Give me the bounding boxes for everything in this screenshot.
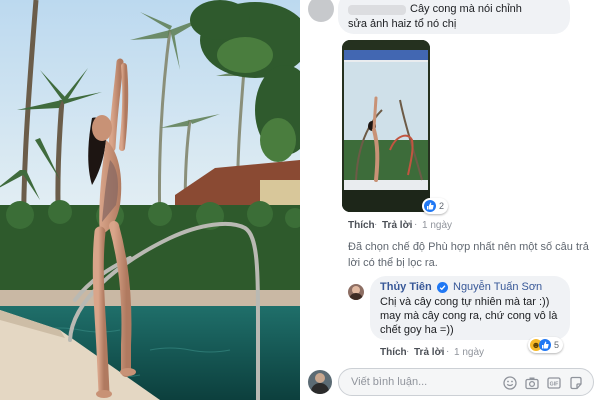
current-user-avatar[interactable] [308,370,332,394]
comment-timestamp: 1 ngày [422,220,453,231]
like-reaction-icon [424,200,436,212]
reaction-summary[interactable]: 2 [422,198,449,214]
comment-text-line: Cây cong mà nói chỉnh [410,3,522,15]
comment-text-line: sửa ảnh haiz tổ nó chị [348,18,457,30]
svg-text:GIF: GIF [550,382,559,388]
comment-author[interactable]: Thủy Tiên [380,281,432,293]
reaction-count: 5 [554,340,560,350]
separator: · [374,219,378,230]
reply-link[interactable]: Trả lời [382,220,412,231]
comment-composer[interactable]: GIF [338,368,594,396]
comment-image[interactable] [342,40,430,212]
comment-bubble-1: Cây cong mà nói chỉnh sửa ảnh haiz tổ nó… [338,0,570,34]
separator: · [406,346,410,357]
post-photo[interactable] [0,0,300,400]
like-link[interactable]: Thích [380,347,407,358]
like-reaction-icon [539,339,551,351]
reply-to-name[interactable]: Nguyễn Tuấn Sơn [453,281,542,293]
comment-text-line: may mà cây cong ra, chứ cong vô là [380,310,558,322]
avatar[interactable] [308,0,334,22]
gif-icon[interactable]: GIF [547,376,561,390]
blurred-author-name [348,5,406,15]
comment-input[interactable] [351,374,491,390]
separator: · [414,219,418,230]
comment-timestamp: 1 ngày [454,347,485,358]
nested-screenshot-image [342,40,430,212]
filter-notice: lời có thể bị lọc ra. [348,257,438,269]
reaction-summary[interactable]: ☻ 5 [528,337,564,353]
reply-link[interactable]: Trả lời [414,347,444,358]
avatar[interactable] [348,284,364,300]
comments-panel: Cây cong mà nói chỉnh sửa ảnh haiz tổ nó… [302,0,600,400]
verified-badge-icon [437,282,448,293]
pool-photo-image [0,0,300,400]
emoji-icon[interactable] [503,376,517,390]
comment-text-line: chết goy ha =)) [380,324,454,336]
comment-bubble-3: Thủy Tiên Nguyễn Tuấn Sơn Chị và cây con… [370,276,570,340]
camera-icon[interactable] [525,376,539,390]
sticker-icon[interactable] [569,376,583,390]
filter-notice: Đã chọn chế độ Phù hợp nhất nên một số c… [348,241,589,253]
like-link[interactable]: Thích [348,220,375,231]
comment-text-line: Chị và cây cong tự nhiên mà tar :)) [380,296,550,308]
reaction-count: 2 [439,201,445,211]
separator: · [446,346,450,357]
